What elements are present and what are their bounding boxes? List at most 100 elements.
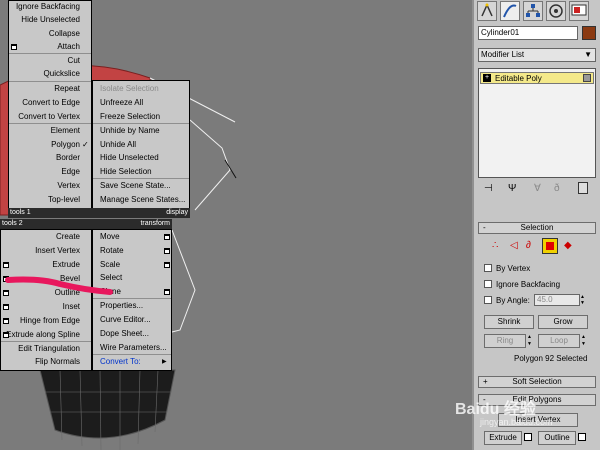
transform-item-properties[interactable]: Properties... [100,299,168,313]
tools2-item-hinge-from-edge[interactable]: Hinge from Edge [2,314,80,328]
angle-spinner[interactable]: 45.0 [534,294,580,306]
edge-mode-icon[interactable]: ◁ [510,240,518,251]
display-item-save-scene-state[interactable]: Save Scene State... [100,179,188,193]
object-name-field[interactable]: Cylinder01 [478,26,578,40]
soft-selection-title: Soft Selection [512,377,562,386]
transform-item-wire-parameters[interactable]: Wire Parameters... [100,341,168,355]
soft-selection-rollout-header[interactable]: + Soft Selection [478,376,596,388]
gizmo-line-2 [189,119,231,211]
rotate-settings-box[interactable] [164,248,170,254]
border-mode-icon[interactable]: ∂ [526,240,531,251]
transform-item-convert-to[interactable]: Convert To: [100,355,168,369]
move-settings-box[interactable] [164,234,170,240]
configure-modifier-sets-icon[interactable] [578,182,588,194]
tools1-item-hide-unselected[interactable]: Hide Unselected [10,13,80,27]
tools2-item-edit-triangulation[interactable]: Edit Triangulation [2,342,80,356]
pin-stack-icon[interactable]: ⊣ [484,183,493,194]
expand-plus-icon[interactable]: + [483,74,491,82]
tools1-item-polygon[interactable]: Polygon [10,138,80,152]
modify-icon [503,4,517,18]
selection-rollout-header[interactable]: - Selection [478,222,596,234]
tools1-item-ignore-backfacing[interactable]: Ignore Backfacing [10,0,80,14]
display-item-isolate-selection[interactable]: Isolate Selection [100,82,188,96]
modify-tab[interactable] [500,1,520,21]
by-vertex-checkbox[interactable] [484,264,492,272]
tools2-item-extrude-along-spline[interactable]: Extrude along Spline [2,328,80,342]
tools1-item-top-level[interactable]: Top-level [10,193,80,207]
transform-item-dope-sheet[interactable]: Dope Sheet... [100,327,168,341]
transform-item-rotate[interactable]: Rotate [100,244,168,258]
extrude-settings-icon[interactable] [524,433,532,441]
perspective-viewport[interactable]: tools 1 display tools 2 transform Ignore… [0,0,472,450]
outline-settings-icon[interactable] [578,433,586,441]
grow-button[interactable]: Grow [538,315,588,329]
gizmo-line-3 [171,229,196,333]
tools1-item-element[interactable]: Element [10,124,80,138]
tools2-item-insert-vertex[interactable]: Insert Vertex [2,244,80,258]
loop-button[interactable]: Loop [538,334,580,348]
transform-item-curve-editor[interactable]: Curve Editor... [100,313,168,327]
tools2-item-inset[interactable]: Inset [2,300,80,314]
tools1-item-quickslice[interactable]: Quickslice [10,67,80,81]
display-tab[interactable] [569,1,589,21]
hierarchy-icon [526,4,540,17]
tools1-item-repeat[interactable]: Repeat [10,82,80,96]
tools1-item-convert-to-edge[interactable]: Convert to Edge [10,96,80,110]
display-item-manage-scene-states[interactable]: Manage Scene States... [100,193,188,207]
angle-spinner-arrows[interactable]: ▲ ▼ [580,294,586,306]
attach-settings-icon[interactable] [11,44,17,50]
display-item-hide-unselected[interactable]: Hide Unselected [100,151,188,165]
tools1-item-edge[interactable]: Edge [10,165,80,179]
motion-tab[interactable] [546,1,566,21]
transform-item-move[interactable]: Move [100,230,168,244]
tools1-item-border[interactable]: Border [10,151,80,165]
stack-item-lightbulb-icon[interactable] [583,74,591,82]
tools2-item-flip-normals[interactable]: Flip Normals [2,355,80,369]
display-item-hide-selection[interactable]: Hide Selection [100,165,188,179]
ignore-backfacing-checkbox[interactable] [484,280,492,288]
hierarchy-tab[interactable] [523,1,543,21]
make-unique-icon[interactable]: ∀ [534,183,541,194]
polygon-mode-icon[interactable] [542,238,558,254]
extrude-settings-box[interactable] [3,262,9,268]
shrink-button[interactable]: Shrink [484,315,534,329]
outline-button[interactable]: Outline [538,431,576,445]
show-end-result-icon[interactable]: Ψ [508,183,516,194]
modifier-stack[interactable]: + Editable Poly [478,68,596,178]
extrude-spline-settings-box[interactable] [3,332,9,338]
object-color-swatch[interactable] [582,26,596,40]
tools1-item-cut[interactable]: Cut [10,54,80,68]
quad-bottom-title-bar: tools 2 transform [0,219,172,229]
clone-settings-box[interactable] [164,289,170,295]
tools1-item-vertex[interactable]: Vertex [10,179,80,193]
create-tab[interactable] [477,1,497,21]
display-item-unfreeze-all[interactable]: Unfreeze All [100,96,188,110]
hinge-settings-box[interactable] [3,318,9,324]
ring-spinner-arrows[interactable]: ▲ ▼ [527,334,533,348]
ring-button[interactable]: Ring [484,334,526,348]
tools1-sep-1 [9,53,91,54]
modifier-list-dropdown[interactable]: Modifier List ▼ [478,48,596,62]
tools1-item-convert-to-vertex[interactable]: Convert to Vertex [10,110,80,124]
display-item-unhide-by-name[interactable]: Unhide by Name [100,124,188,138]
polygon-checkmark-icon: ✓ [82,140,89,149]
soft-selection-expand-sign: + [483,377,488,386]
display-item-unhide-all[interactable]: Unhide All [100,138,188,152]
create-icon [481,3,493,17]
remove-modifier-icon[interactable]: ð [554,183,560,194]
scale-settings-box[interactable] [164,262,170,268]
baidu-watermark: Baidu 经验 [455,401,536,418]
axis-line [224,159,237,179]
by-angle-checkbox[interactable] [484,296,492,304]
tools1-item-attach[interactable]: Attach [10,40,80,54]
vertex-mode-icon[interactable]: ∴ [492,240,498,251]
tools1-item-collapse[interactable]: Collapse [10,27,80,41]
display-item-freeze-selection[interactable]: Freeze Selection [100,110,188,124]
by-vertex-label: By Vertex [496,264,531,273]
element-mode-icon[interactable]: ◆ [564,240,572,251]
tools2-item-create[interactable]: Create [2,230,80,244]
extrude-button[interactable]: Extrude [484,431,522,445]
loop-spinner-arrows[interactable]: ▲ ▼ [581,334,587,348]
inset-settings-box[interactable] [3,304,9,310]
stack-item-editable-poly[interactable]: + Editable Poly [480,72,594,84]
